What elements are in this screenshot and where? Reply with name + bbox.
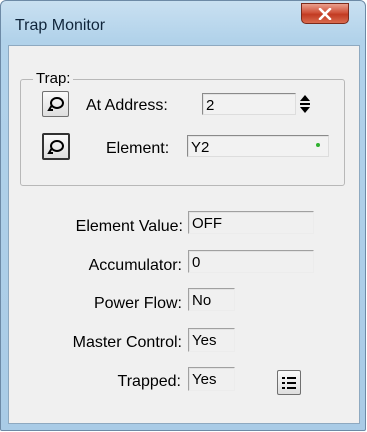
list-button[interactable] — [277, 370, 301, 395]
close-button[interactable] — [301, 3, 349, 24]
power-flow-field: No — [188, 288, 235, 311]
close-icon — [318, 7, 332, 20]
address-lock-button[interactable] — [42, 91, 69, 117]
element-status-indicator — [316, 143, 320, 147]
trap-group-label: Trap: — [33, 70, 74, 87]
address-spinner[interactable] — [296, 93, 314, 115]
accumulator-label: Accumulator: — [88, 257, 182, 274]
accumulator-field: 0 — [188, 250, 314, 273]
up-down-spinner-icon — [300, 95, 310, 113]
trapped-field: Yes — [188, 367, 235, 391]
element-value-field: OFF — [188, 211, 314, 234]
element-input[interactable]: Y2 — [187, 135, 329, 157]
element-label: Element: — [106, 140, 170, 157]
lock-icon — [46, 97, 64, 111]
list-icon — [282, 376, 296, 389]
address-input[interactable]: 2 — [202, 93, 296, 115]
element-lock-button[interactable] — [42, 133, 70, 160]
element-value-label: Element Value: — [75, 218, 183, 235]
lock-icon — [47, 139, 64, 154]
trapped-label: Trapped: — [117, 373, 181, 390]
window-title: Trap Monitor — [15, 17, 106, 34]
address-label: At Address: — [86, 97, 168, 114]
master-control-field: Yes — [188, 328, 235, 352]
power-flow-label: Power Flow: — [93, 295, 182, 312]
master-control-label: Master Control: — [72, 334, 182, 351]
